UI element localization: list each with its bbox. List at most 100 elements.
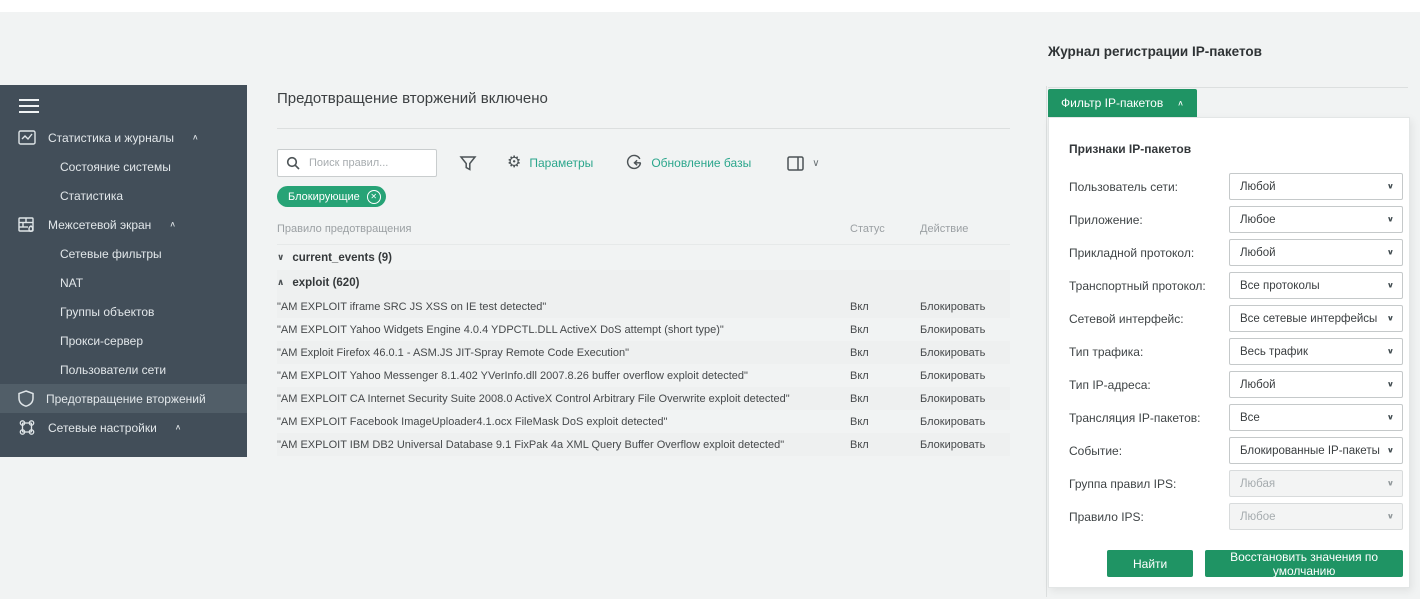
search-input[interactable] xyxy=(307,156,428,170)
field-label: Тип IP-адреса: xyxy=(1069,377,1151,392)
table-row[interactable]: "AM EXPLOIT Yahoo Messenger 8.1.402 YVer… xyxy=(277,364,1010,387)
rule-name: "AM EXPLOIT iframe SRC JS XSS on IE test… xyxy=(277,300,547,313)
rule-name: "AM EXPLOIT Facebook ImageUploader4.1.oc… xyxy=(277,415,668,428)
sidebar-item-statistics[interactable]: Статистика xyxy=(0,181,247,210)
chevron-down-icon: ∨ xyxy=(812,157,820,169)
field-label: Сетевой интерфейс: xyxy=(1069,311,1184,326)
chevron-up-icon: ∧ xyxy=(169,219,176,229)
search-icon xyxy=(286,156,300,170)
sidebar-item-proxy-server[interactable]: Прокси-сервер xyxy=(0,326,247,355)
ip-address-type-select[interactable]: Любой ∨ xyxy=(1229,371,1403,398)
transport-protocol-select[interactable]: Все протоколы ∨ xyxy=(1229,272,1403,299)
select-value: Любой xyxy=(1240,246,1276,259)
filter-funnel-icon[interactable] xyxy=(459,154,477,172)
search-box xyxy=(277,149,437,177)
group-row-current-events[interactable]: ∨ current_events (9) xyxy=(277,245,1010,270)
rule-status: Вкл xyxy=(850,369,869,382)
bottom-strip xyxy=(0,599,1420,613)
section-title: Признаки IP-пакетов xyxy=(1069,142,1192,156)
ips-rule-select: Любое ∨ xyxy=(1229,503,1403,530)
parameters-button[interactable]: ⚙ Параметры xyxy=(507,155,593,171)
rules-list: "AM EXPLOIT iframe SRC JS XSS on IE test… xyxy=(277,295,1010,456)
hamburger-menu-icon[interactable] xyxy=(18,98,247,114)
chevron-up-icon: ∧ xyxy=(192,132,199,142)
rule-name: "AM EXPLOIT Yahoo Widgets Engine 4.0.4 Y… xyxy=(277,323,724,336)
traffic-type-select[interactable]: Весь трафик ∨ xyxy=(1229,338,1403,365)
select-value: Весь трафик xyxy=(1240,345,1308,358)
chevron-down-icon: ∨ xyxy=(1386,478,1394,488)
sidebar-item-system-state[interactable]: Состояние системы xyxy=(0,152,247,181)
find-button[interactable]: Найти xyxy=(1107,550,1194,577)
rule-action: Блокировать xyxy=(920,415,986,428)
chip-close-icon[interactable]: ✕ xyxy=(366,189,381,204)
ip-translation-select[interactable]: Все ∨ xyxy=(1229,404,1403,431)
table-row[interactable]: "AM EXPLOIT IBM DB2 Universal Database 9… xyxy=(277,433,1010,456)
vertical-divider xyxy=(1046,86,1047,597)
field-ips-rule: Правило IPS: Любое ∨ xyxy=(1069,500,1403,533)
sidebar-item-network-filters[interactable]: Сетевые фильтры xyxy=(0,239,247,268)
sidebar-item-firewall[interactable]: Межсетевой экран ∧ xyxy=(0,210,247,239)
sidebar-item-label: Группы объектов xyxy=(60,304,155,319)
rule-action: Блокировать xyxy=(920,392,986,405)
select-value: Любое xyxy=(1240,510,1276,523)
field-label: Приложение: xyxy=(1069,212,1143,227)
table-row[interactable]: "AM EXPLOIT Yahoo Widgets Engine 4.0.4 Y… xyxy=(277,318,1010,341)
ip-packet-filter-tab[interactable]: Фильтр IP-пакетов ∧ xyxy=(1048,89,1197,117)
network-user-select[interactable]: Любой ∨ xyxy=(1229,173,1403,200)
field-label: Прикладной протокол: xyxy=(1069,245,1195,260)
field-label: Тип трафика: xyxy=(1069,344,1144,359)
columns-icon xyxy=(787,155,804,171)
event-select[interactable]: Блокированные IP-пакеты ∨ xyxy=(1229,437,1403,464)
field-traffic-type: Тип трафика: Весь трафик ∨ xyxy=(1069,335,1403,368)
stats-journal-icon xyxy=(18,129,36,146)
chevron-down-icon: ∨ xyxy=(1386,181,1394,191)
field-ip-translation: Трансляция IP-пакетов: Все ∨ xyxy=(1069,401,1403,434)
top-strip xyxy=(0,0,1420,12)
filter-tab-label: Фильтр IP-пакетов xyxy=(1061,96,1164,110)
field-ips-rule-group: Группа правил IPS: Любая ∨ xyxy=(1069,467,1403,500)
select-value: Блокированные IP-пакеты xyxy=(1240,444,1380,457)
sidebar-item-object-groups[interactable]: Группы объектов xyxy=(0,297,247,326)
rule-status: Вкл xyxy=(850,438,869,451)
rule-action: Блокировать xyxy=(920,438,986,451)
table-row[interactable]: "AM EXPLOIT iframe SRC JS XSS on IE test… xyxy=(277,295,1010,318)
rule-name: "AM EXPLOIT CA Internet Security Suite 2… xyxy=(277,392,790,405)
group-row-exploit[interactable]: ∧ exploit (620) xyxy=(277,270,1010,295)
application-protocol-select[interactable]: Любой ∨ xyxy=(1229,239,1403,266)
rule-name: "AM EXPLOIT IBM DB2 Universal Database 9… xyxy=(277,438,785,451)
sidebar-item-intrusion-prevention[interactable]: Предотвращение вторжений xyxy=(0,384,247,413)
database-update-button[interactable]: Обновление базы xyxy=(625,154,751,172)
filter-chip-blocking: Блокирующие ✕ xyxy=(277,186,386,207)
chevron-down-icon: ∨ xyxy=(1386,412,1394,422)
rule-status: Вкл xyxy=(850,300,869,313)
field-ip-address-type: Тип IP-адреса: Любой ∨ xyxy=(1069,368,1403,401)
sidebar-item-label: Межсетевой экран xyxy=(48,217,152,232)
table-row[interactable]: "AM EXPLOIT Facebook ImageUploader4.1.oc… xyxy=(277,410,1010,433)
field-network-interface: Сетевой интерфейс: Все сетевые интерфейс… xyxy=(1069,302,1403,335)
table-row[interactable]: "AM EXPLOIT CA Internet Security Suite 2… xyxy=(277,387,1010,410)
columns-toggle-button[interactable]: ∨ xyxy=(787,155,820,171)
ips-rule-group-select: Любая ∨ xyxy=(1229,470,1403,497)
filter-chip-label: Блокирующие xyxy=(288,190,360,203)
restore-defaults-button[interactable]: Восстановить значения по умолчанию xyxy=(1205,550,1403,578)
field-application: Приложение: Любое ∨ xyxy=(1069,203,1403,236)
sidebar-item-network-settings[interactable]: Сетевые настройки ∧ xyxy=(0,413,247,442)
right-panel-title: Журнал регистрации IP-пакетов xyxy=(1048,44,1262,59)
application-select[interactable]: Любое ∨ xyxy=(1229,206,1403,233)
select-value: Любой xyxy=(1240,180,1276,193)
chevron-down-icon: ∨ xyxy=(1386,247,1394,257)
sidebar-item-label: Состояние системы xyxy=(60,159,171,174)
sidebar-item-network-users[interactable]: Пользователи сети xyxy=(0,355,247,384)
right-panel-divider xyxy=(1048,87,1408,88)
select-value: Любая xyxy=(1240,477,1276,490)
filter-buttons-row: Найти Восстановить значения по умолчанию xyxy=(1107,550,1403,578)
sidebar-item-nat[interactable]: NAT xyxy=(0,268,247,297)
select-value: Все xyxy=(1240,411,1260,424)
sidebar-item-label: Сетевые фильтры xyxy=(60,246,162,261)
rule-name: "AM Exploit Firefox 46.0.1 - ASM.JS JIT-… xyxy=(277,346,630,359)
field-transport-protocol: Транспортный протокол: Все протоколы ∨ xyxy=(1069,269,1403,302)
chevron-down-icon: ∨ xyxy=(1386,346,1394,356)
network-interface-select[interactable]: Все сетевые интерфейсы ∨ xyxy=(1229,305,1403,332)
sidebar-item-statistics-journals[interactable]: Статистика и журналы ∧ xyxy=(0,123,247,152)
table-row[interactable]: "AM Exploit Firefox 46.0.1 - ASM.JS JIT-… xyxy=(277,341,1010,364)
